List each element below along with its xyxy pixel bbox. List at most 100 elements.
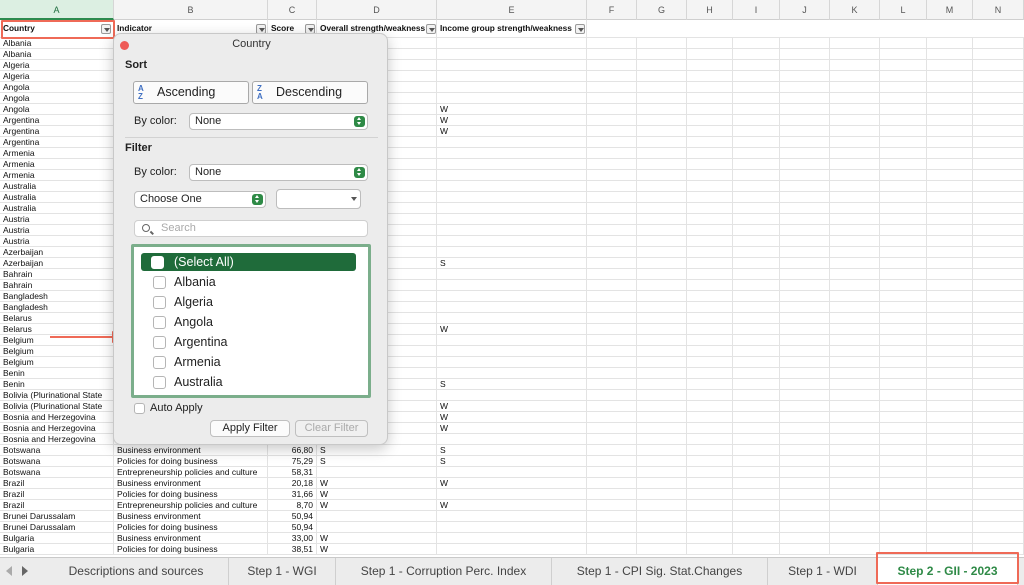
table-cell[interactable] [973,148,1024,159]
table-cell[interactable] [927,148,973,159]
table-cell[interactable] [437,302,587,313]
table-cell[interactable] [637,280,687,291]
table-cell[interactable] [733,291,780,302]
table-cell[interactable] [637,181,687,192]
search-input[interactable]: Search [134,220,368,237]
table-cell[interactable] [880,115,927,126]
table-cell[interactable] [880,258,927,269]
table-cell[interactable] [687,302,733,313]
table-cell[interactable]: Policies for doing business [114,456,268,467]
sort-ascending-button[interactable]: A Z Ascending [133,81,249,104]
table-cell[interactable] [637,49,687,60]
table-cell[interactable] [780,159,830,170]
table-cell[interactable] [317,511,437,522]
table-cell[interactable] [437,181,587,192]
table-cell[interactable] [687,434,733,445]
table-cell[interactable] [973,225,1024,236]
table-cell[interactable]: Business environment [114,478,268,489]
table-cell[interactable]: Brunei Darussalam [0,511,114,522]
checkbox[interactable] [153,276,166,289]
table-cell[interactable]: Belgium [0,346,114,357]
table-cell[interactable] [830,159,880,170]
table-cell[interactable] [780,291,830,302]
table-cell[interactable] [880,346,927,357]
table-cell[interactable] [880,467,927,478]
table-cell[interactable] [437,170,587,181]
table-cell[interactable] [637,115,687,126]
table-cell[interactable] [687,258,733,269]
table-cell[interactable] [927,38,973,49]
table-cell[interactable] [780,49,830,60]
table-cell[interactable] [880,291,927,302]
table-cell[interactable] [780,335,830,346]
table-cell[interactable] [637,159,687,170]
table-cell[interactable] [880,368,927,379]
table-cell[interactable] [733,456,780,467]
table-cell[interactable] [927,379,973,390]
apply-filter-button[interactable]: Apply Filter [210,420,290,437]
table-cell[interactable] [437,489,587,500]
table-cell[interactable] [830,522,880,533]
table-cell[interactable] [687,214,733,225]
filter-dropdown-income[interactable] [575,24,585,34]
table-cell[interactable] [437,357,587,368]
table-cell[interactable] [927,93,973,104]
table-cell[interactable] [780,313,830,324]
table-cell[interactable] [687,423,733,434]
table-cell[interactable] [687,104,733,115]
table-cell[interactable] [973,313,1024,324]
table-cell[interactable] [587,302,637,313]
table-cell[interactable]: Australia [0,192,114,203]
table-cell[interactable] [637,412,687,423]
table-cell[interactable] [437,313,587,324]
table-cell[interactable] [587,170,637,181]
checkbox[interactable] [153,296,166,309]
table-cell[interactable] [687,82,733,93]
table-cell[interactable] [687,159,733,170]
table-cell[interactable] [830,489,880,500]
table-cell[interactable] [927,434,973,445]
table-cell[interactable] [687,456,733,467]
table-cell[interactable] [973,478,1024,489]
table-cell[interactable] [973,126,1024,137]
table-cell[interactable] [830,368,880,379]
table-cell[interactable] [687,478,733,489]
table-cell[interactable] [637,511,687,522]
table-cell[interactable] [830,291,880,302]
table-cell[interactable] [830,170,880,181]
table-cell[interactable] [637,192,687,203]
table-cell[interactable] [733,313,780,324]
table-cell[interactable] [687,522,733,533]
table-cell[interactable] [733,115,780,126]
table-cell[interactable] [973,456,1024,467]
table-cell[interactable] [780,368,830,379]
table-cell[interactable]: 50,94 [268,511,317,522]
table-cell[interactable] [587,401,637,412]
table-cell[interactable] [927,192,973,203]
table-cell[interactable] [880,335,927,346]
table-cell[interactable] [637,379,687,390]
table-cell[interactable] [880,511,927,522]
table-cell[interactable] [880,302,927,313]
table-cell[interactable] [637,544,687,555]
table-cell[interactable]: W [437,500,587,511]
table-cell[interactable] [687,533,733,544]
table-cell[interactable] [733,478,780,489]
table-cell[interactable] [437,148,587,159]
table-cell[interactable] [830,258,880,269]
table-cell[interactable] [780,379,830,390]
table-cell[interactable] [780,500,830,511]
table-cell[interactable]: Austria [0,225,114,236]
table-cell[interactable] [880,280,927,291]
table-cell[interactable] [687,357,733,368]
table-cell[interactable] [780,225,830,236]
table-cell[interactable] [880,192,927,203]
table-cell[interactable] [880,489,927,500]
table-cell[interactable] [637,533,687,544]
table-cell[interactable]: 58,31 [268,467,317,478]
table-cell[interactable] [733,511,780,522]
table-cell[interactable] [437,544,587,555]
table-cell[interactable] [830,269,880,280]
table-cell[interactable] [733,192,780,203]
table-cell[interactable]: Policies for doing business [114,489,268,500]
